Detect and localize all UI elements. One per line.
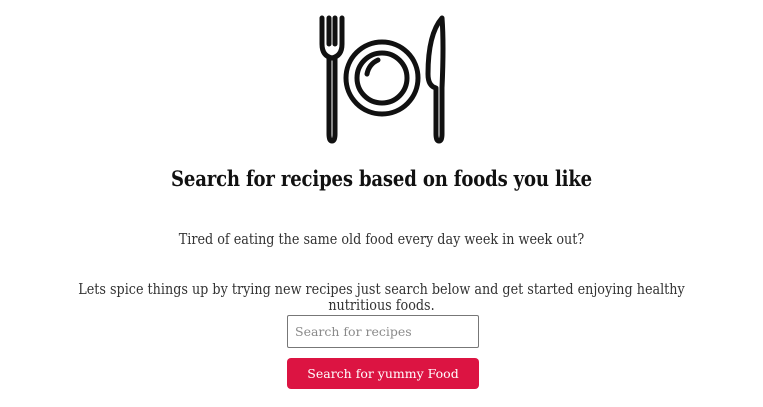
- page-title: Search for recipes based on foods you li…: [171, 166, 592, 191]
- search-input[interactable]: [287, 315, 479, 348]
- tagline-question: Tired of eating the same old food every …: [178, 232, 585, 248]
- page: Search for recipes based on foods you li…: [0, 0, 763, 407]
- tagline-description: Lets spice things up by trying new recip…: [78, 282, 685, 314]
- search-button[interactable]: Search for yummy Food: [287, 358, 479, 389]
- plate-fork-knife-icon: [318, 14, 448, 144]
